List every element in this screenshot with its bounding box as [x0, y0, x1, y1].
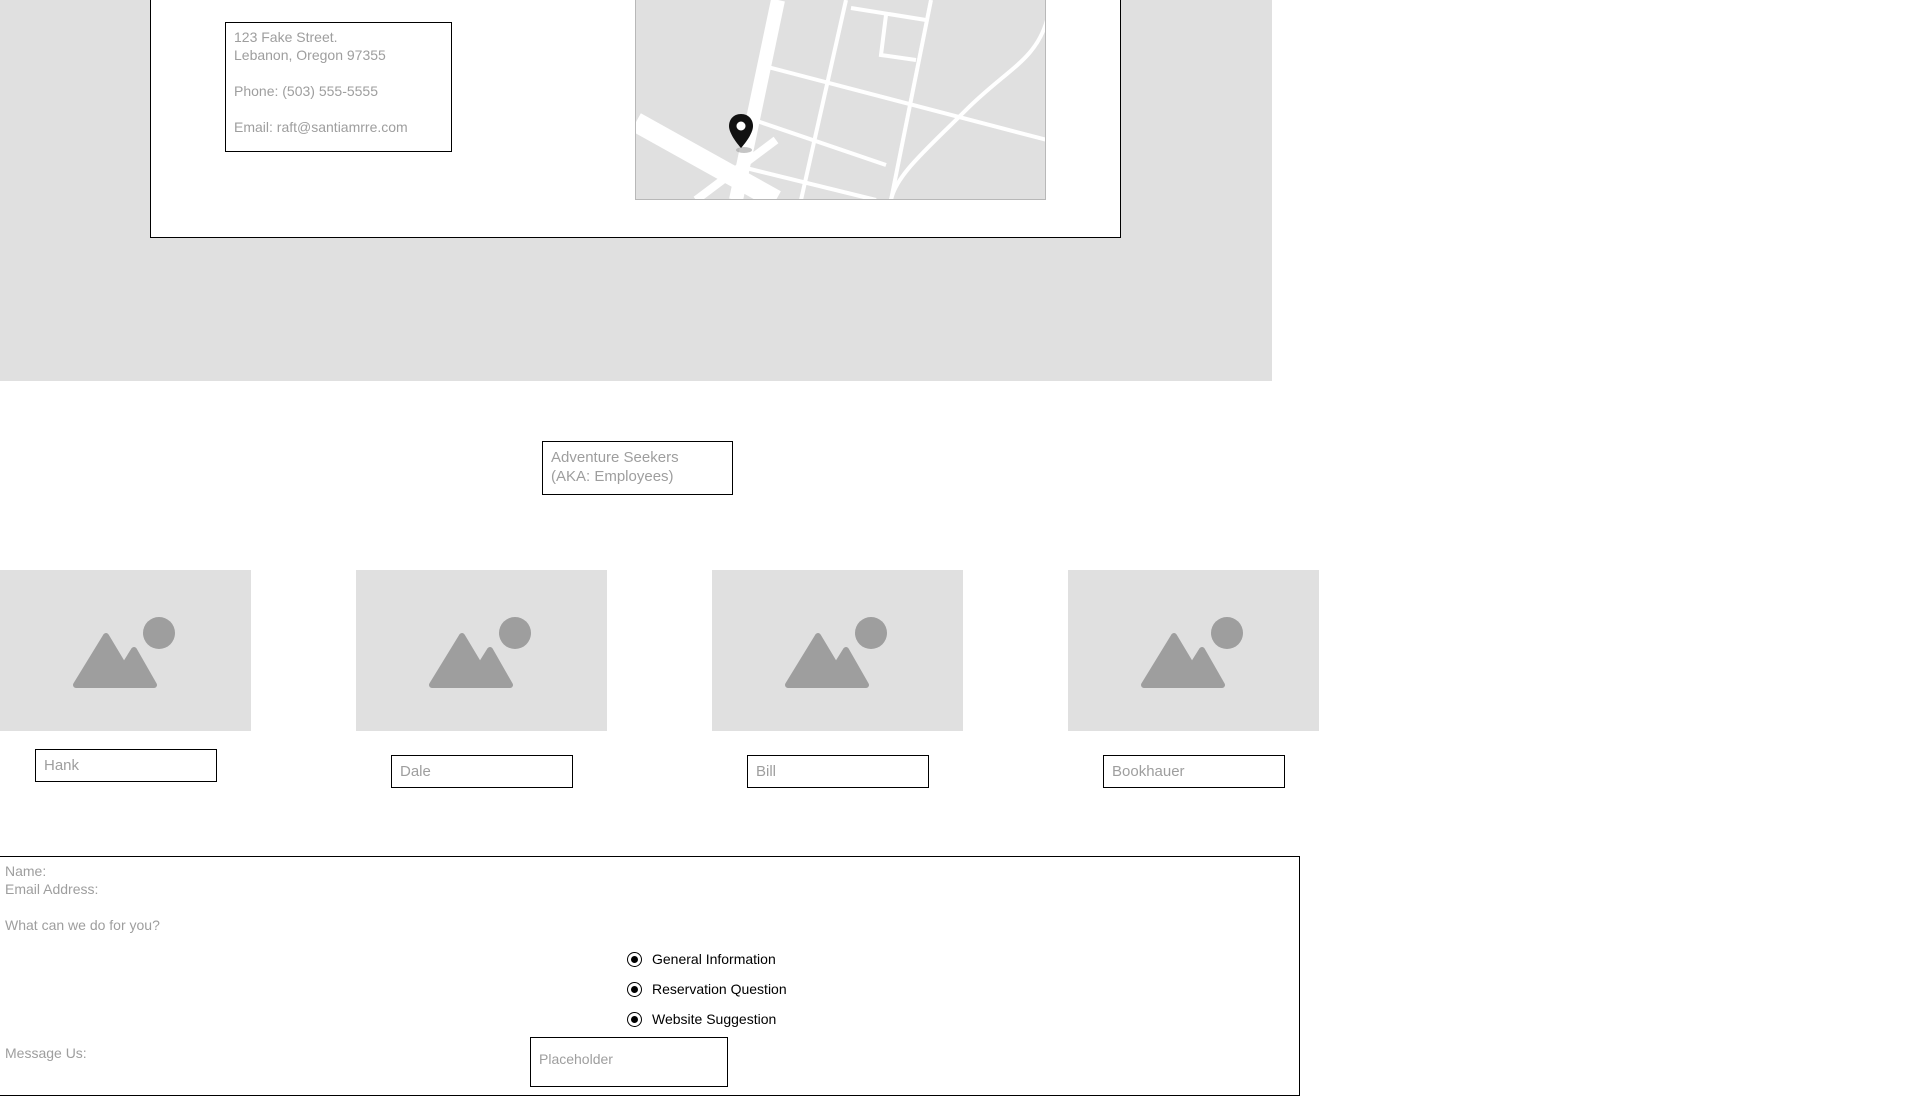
- address-line-2: Lebanon, Oregon 97355: [234, 47, 386, 63]
- location-map[interactable]: [635, 0, 1046, 200]
- email-text: Email: raft@santiamrre.com: [234, 119, 408, 135]
- name-field-hank[interactable]: Hank: [35, 749, 217, 782]
- name-field-bookhauer[interactable]: Bookhauer: [1103, 755, 1285, 788]
- team-heading-line-2: (AKA: Employees): [551, 468, 674, 485]
- team-photo-dale: [356, 570, 607, 731]
- radio-button[interactable]: [627, 951, 642, 967]
- phone-text: Phone: (503) 555-5555: [234, 83, 378, 99]
- image-placeholder-icon: [785, 617, 887, 688]
- radio-website-suggestion[interactable]: Website Suggestion: [627, 1009, 776, 1029]
- message-label: Message Us:: [5, 1045, 87, 1061]
- radio-label: Reservation Question: [652, 981, 787, 997]
- image-placeholder-icon: [73, 617, 175, 688]
- name-field-bill[interactable]: Bill: [747, 755, 929, 788]
- team-photo-hank: [0, 570, 251, 731]
- team-heading-line-1: Adventure Seekers: [551, 449, 679, 466]
- map-streets: [636, 0, 1045, 199]
- radio-button[interactable]: [627, 1011, 642, 1027]
- team-photo-bookhauer: [1068, 570, 1319, 731]
- team-heading: Adventure Seekers (AKA: Employees): [542, 441, 733, 495]
- radio-label: Website Suggestion: [652, 1011, 777, 1027]
- map-pin-icon: [726, 112, 756, 159]
- team-photo-bill: [712, 570, 963, 731]
- name-label: Name:: [5, 863, 47, 879]
- radio-button[interactable]: [627, 981, 642, 997]
- radio-general-information[interactable]: General Information: [627, 949, 776, 969]
- address-box: 123 Fake Street. Lebanon, Oregon 97355 P…: [225, 22, 452, 152]
- question-label: What can we do for you?: [5, 917, 160, 933]
- image-placeholder-icon: [1141, 617, 1243, 688]
- name-field-dale[interactable]: Dale: [391, 755, 573, 788]
- address-line-1: 123 Fake Street.: [234, 29, 338, 45]
- email-label: Email Address:: [5, 881, 99, 897]
- image-placeholder-icon: [429, 617, 531, 688]
- radio-reservation-question[interactable]: Reservation Question: [627, 979, 787, 999]
- radio-label: General Information: [652, 951, 776, 967]
